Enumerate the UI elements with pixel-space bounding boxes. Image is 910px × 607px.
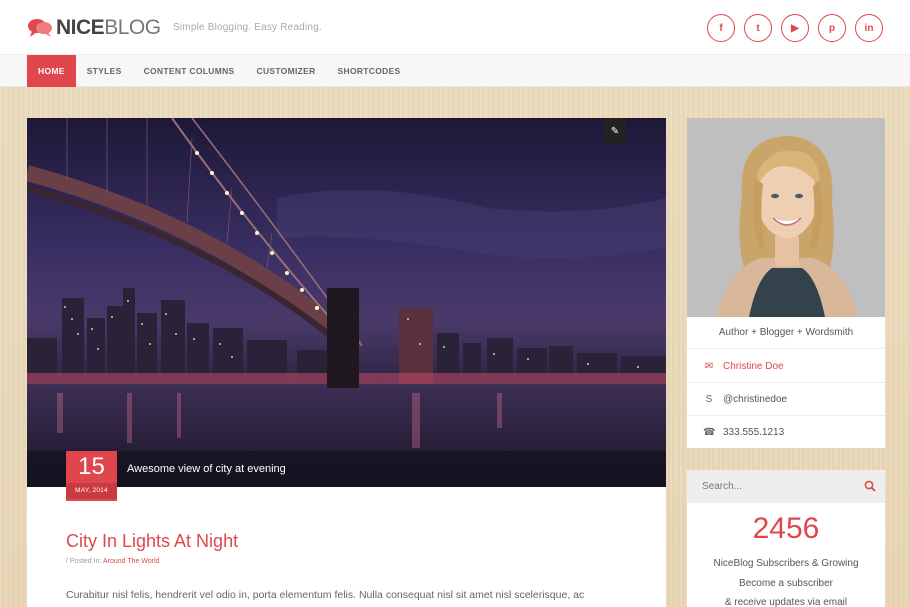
logo-text-bold: NICE	[56, 16, 105, 39]
speech-bubbles-icon	[28, 19, 52, 37]
post-featured-image[interactable]: ✎	[27, 118, 666, 487]
twitter-icon[interactable]: t	[744, 14, 772, 42]
nav-item-home[interactable]: HOME	[27, 55, 76, 87]
pencil-icon[interactable]: ✎	[604, 118, 626, 144]
post-excerpt: Curabitur nisl felis, hendrerit vel odio…	[66, 589, 585, 601]
subscriber-text: NiceBlog Subscribers & Growing	[713, 558, 859, 569]
post-date-month: MAY, 2014	[66, 483, 117, 499]
search-box	[687, 470, 885, 503]
blog-post: ✎ Awesome view of city at evening 15 MAY…	[27, 118, 666, 607]
author-phone-row[interactable]: ☎ 333.555.1213	[687, 416, 885, 449]
nav-item-styles[interactable]: STYLES	[76, 55, 133, 87]
nav-item-customizer[interactable]: CUSTOMIZER	[246, 55, 327, 87]
linkedin-icon[interactable]: in	[855, 14, 883, 42]
author-photo	[687, 118, 885, 317]
post-category-link[interactable]: Around The World	[103, 558, 160, 565]
skype-icon: S	[705, 393, 713, 405]
image-caption-bar	[27, 451, 666, 487]
main-nav: HOME STYLES CONTENT COLUMNS CUSTOMIZER S…	[0, 55, 910, 87]
site-tagline: Simple Blogging. Easy Reading.	[173, 22, 322, 33]
post-title[interactable]: City In Lights At Night	[66, 531, 238, 552]
author-widget: Author + Blogger + Wordsmith ✉ Christine…	[687, 118, 885, 448]
subscribe-link[interactable]: Become a subscriber	[687, 578, 885, 589]
youtube-icon[interactable]: ▶	[781, 14, 809, 42]
author-skype-row[interactable]: S @christinedoe	[687, 383, 885, 416]
site-logo[interactable]: NICEBLOG	[27, 16, 161, 40]
nav-item-content-columns[interactable]: CONTENT COLUMNS	[133, 55, 246, 87]
search-input[interactable]	[702, 481, 852, 492]
subscriber-count: 2456	[752, 512, 820, 545]
post-date: 15 MAY, 2014	[66, 451, 117, 501]
author-portrait-image	[687, 118, 885, 317]
author-phone: 333.555.1213	[723, 427, 785, 438]
site-header: NICEBLOG Simple Blogging. Easy Reading. …	[0, 0, 910, 55]
pinterest-icon[interactable]: p	[818, 14, 846, 42]
post-date-day: 15	[78, 453, 105, 480]
search-icon[interactable]	[864, 480, 876, 492]
author-email-row[interactable]: ✉ Christine Doe	[687, 350, 885, 383]
phone-icon: ☎	[703, 427, 716, 438]
post-meta-prefix: / Posted In:	[66, 558, 102, 565]
image-caption: Awesome view of city at evening	[127, 463, 286, 475]
city-bridge-image	[27, 118, 666, 487]
social-links: f t ▶ p in	[707, 14, 883, 42]
envelope-icon: ✉	[704, 360, 714, 372]
subscribe-note: & receive updates via email	[724, 597, 848, 607]
author-skype: @christinedoe	[723, 393, 788, 405]
logo-text-light: BLOG	[104, 16, 161, 39]
author-role: Author + Blogger + Wordsmith	[687, 317, 885, 349]
facebook-icon[interactable]: f	[707, 14, 735, 42]
nav-item-shortcodes[interactable]: SHORTCODES	[327, 55, 412, 87]
author-name: Christine Doe	[723, 360, 784, 372]
subscribe-widget: 2456 NiceBlog Subscribers & Growing Beco…	[687, 470, 885, 607]
post-meta: / Posted In: Around The World	[66, 558, 160, 565]
logo-text: NICEBLOG	[56, 16, 161, 40]
